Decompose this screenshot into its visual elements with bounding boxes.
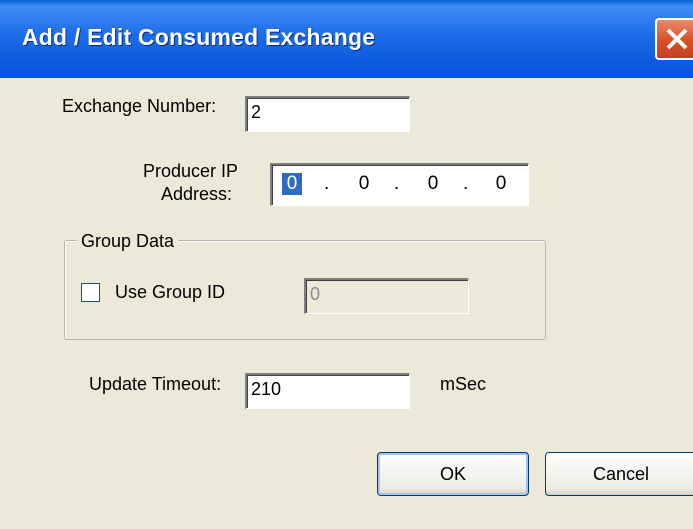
update-timeout-label: Update Timeout: <box>89 374 222 394</box>
use-group-id-checkbox[interactable] <box>81 283 100 302</box>
window-title: Add / Edit Consumed Exchange <box>22 24 376 50</box>
ip-octet-2[interactable]: 0 <box>354 173 374 195</box>
producer-ip-label-line1: Producer IP <box>142 161 238 181</box>
producer-ip-address-field[interactable]: 0 . 0 . 0 . 0 <box>270 163 529 206</box>
close-icon <box>666 28 688 50</box>
title-bar[interactable]: Add / Edit Consumed Exchange <box>0 0 693 78</box>
group-id-input: 0 <box>304 278 469 314</box>
ip-octet-1[interactable]: 0 <box>282 173 302 195</box>
timeout-unit-label: mSec <box>440 374 487 394</box>
use-group-id-label[interactable]: Use Group ID <box>115 282 225 303</box>
ip-separator: . <box>394 173 400 194</box>
update-timeout-input[interactable]: 210 <box>245 373 410 409</box>
ip-octet-4[interactable]: 0 <box>491 173 511 195</box>
ip-octet-3[interactable]: 0 <box>423 173 443 195</box>
producer-ip-label-line2: Address: <box>160 184 232 204</box>
close-button[interactable] <box>655 18 693 60</box>
ok-button[interactable]: OK <box>377 452 529 496</box>
cancel-button[interactable]: Cancel <box>545 452 693 496</box>
group-data-legend: Group Data <box>77 231 179 252</box>
ip-separator: . <box>324 173 330 194</box>
exchange-number-label: Exchange Number: <box>62 96 217 116</box>
ip-separator: . <box>463 173 469 194</box>
exchange-number-input[interactable]: 2 <box>245 96 410 132</box>
